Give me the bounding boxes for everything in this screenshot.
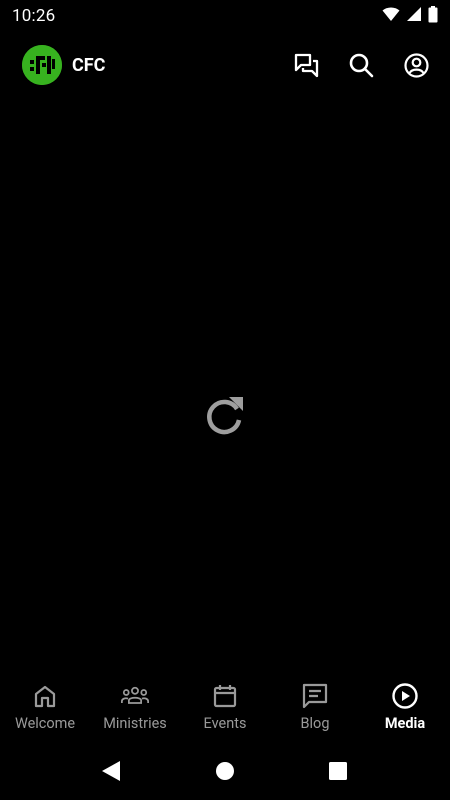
- blog-icon: [301, 682, 329, 710]
- nav-item-media[interactable]: Media: [360, 672, 450, 742]
- nav-label-ministries: Ministries: [103, 715, 167, 732]
- nav-item-ministries[interactable]: Ministries: [90, 672, 180, 742]
- system-navigation-bar: [0, 742, 450, 800]
- battery-icon: [428, 5, 438, 27]
- home-icon: [31, 682, 59, 710]
- nav-item-welcome[interactable]: Welcome: [0, 672, 90, 742]
- logo-mark-icon: [22, 45, 62, 85]
- status-icons: [382, 5, 438, 27]
- nav-item-events[interactable]: Events: [180, 672, 270, 742]
- groups-icon: [121, 682, 149, 710]
- nav-label-blog: Blog: [300, 715, 330, 732]
- bottom-navigation: Welcome Ministries Events Blog Media: [0, 672, 450, 742]
- play-circle-icon: [391, 682, 419, 710]
- recents-icon[interactable]: [326, 759, 350, 783]
- app-bar-actions: [293, 52, 430, 79]
- status-bar: 10:26: [0, 0, 450, 32]
- status-time: 10:26: [12, 6, 56, 26]
- back-icon[interactable]: [99, 759, 123, 783]
- nav-label-events: Events: [203, 715, 247, 732]
- app-logo[interactable]: [22, 45, 62, 85]
- account-icon[interactable]: [403, 52, 430, 79]
- search-icon[interactable]: [348, 52, 375, 79]
- home-button-icon[interactable]: [213, 759, 237, 783]
- wifi-icon: [382, 6, 400, 26]
- app-bar: CFC: [0, 32, 450, 98]
- refresh-icon[interactable]: [203, 393, 247, 437]
- brand-name: CFC: [72, 54, 106, 76]
- nav-label-welcome: Welcome: [14, 715, 76, 732]
- nav-label-media: Media: [384, 715, 426, 732]
- nav-item-blog[interactable]: Blog: [270, 672, 360, 742]
- chat-icon[interactable]: [293, 52, 320, 79]
- calendar-icon: [211, 682, 239, 710]
- cellular-signal-icon: [406, 6, 422, 26]
